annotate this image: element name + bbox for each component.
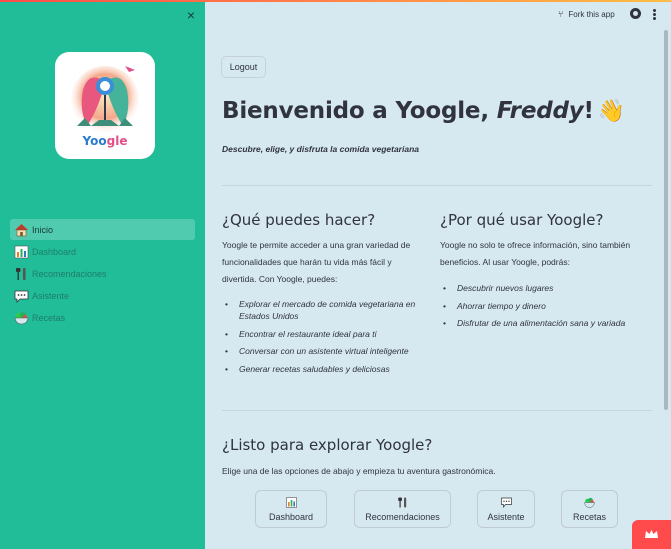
cta-text: Elige una de las opciones de abajo y emp… bbox=[222, 466, 496, 476]
chart-icon bbox=[14, 245, 29, 259]
divider bbox=[222, 185, 652, 186]
sidebar-nav: Inicio Dashboard Recomendaciones Asisten… bbox=[10, 219, 195, 329]
logo-wordmark: Yoogle bbox=[82, 134, 128, 148]
house-icon bbox=[14, 223, 29, 237]
fork-icon: ⑂ bbox=[558, 9, 564, 19]
main-scrollbar[interactable] bbox=[664, 30, 668, 410]
sidebar-item-dashboard[interactable]: Dashboard bbox=[10, 241, 195, 262]
sidebar-item-label: Dashboard bbox=[32, 246, 77, 257]
button-label: Recomendaciones bbox=[365, 512, 440, 522]
dashboard-button[interactable]: Dashboard bbox=[255, 490, 327, 528]
list-item: Generar recetas saludables y deliciosas bbox=[222, 363, 432, 375]
recomendaciones-button[interactable]: Recomendaciones bbox=[354, 490, 451, 528]
sidebar-item-asistente[interactable]: Asistente bbox=[10, 285, 195, 306]
more-menu-icon[interactable] bbox=[653, 9, 656, 20]
section-heading-que-puedes-hacer: ¿Qué puedes hacer? bbox=[222, 211, 376, 229]
streamlit-badge[interactable] bbox=[632, 520, 671, 549]
fork-label: Fork this app bbox=[568, 9, 615, 19]
speech-bubble-icon bbox=[500, 495, 512, 508]
cta-heading: ¿Listo para explorar Yoogle? bbox=[222, 436, 433, 454]
sidebar-item-label: Asistente bbox=[32, 290, 70, 301]
feature-list: Explorar el mercado de comida vegetarian… bbox=[222, 298, 432, 380]
page-subtitle: Descubre, elige, y disfruta la comida ve… bbox=[222, 144, 419, 154]
fork-app-button[interactable]: ⑂ Fork this app bbox=[558, 9, 615, 19]
list-item: Descubrir nuevos lugares bbox=[440, 282, 655, 294]
benefit-list: Descubrir nuevos lugares Ahorrar tiempo … bbox=[440, 282, 655, 335]
list-item: Disfrutar de una alimentación sana y var… bbox=[440, 317, 655, 329]
speech-bubble-icon bbox=[14, 289, 29, 303]
sidebar: × Yoogle Inicio Dashboard Recomendacione… bbox=[0, 0, 205, 549]
list-item: Encontrar el restaurante ideal para ti bbox=[222, 328, 432, 340]
page-title: Bienvenido a Yoogle, Freddy! 👋 bbox=[222, 98, 626, 124]
salad-bowl-icon bbox=[584, 495, 595, 508]
button-label: Dashboard bbox=[268, 512, 314, 522]
list-item: Conversar con un asistente virtual intel… bbox=[222, 345, 432, 357]
sidebar-item-recetas[interactable]: Recetas bbox=[10, 307, 195, 328]
sidebar-item-label: Inicio bbox=[32, 224, 54, 235]
crown-icon bbox=[645, 530, 658, 538]
github-icon[interactable] bbox=[630, 8, 641, 19]
list-item: Explorar el mercado de comida vegetarian… bbox=[222, 298, 432, 322]
user-name: Freddy bbox=[496, 98, 584, 124]
utensils-icon bbox=[397, 495, 408, 508]
asistente-button[interactable]: Asistente bbox=[477, 490, 535, 528]
top-decoration-bar bbox=[0, 0, 671, 2]
waving-hand-icon: 👋 bbox=[597, 99, 626, 124]
sidebar-item-recomendaciones[interactable]: Recomendaciones bbox=[10, 263, 195, 284]
salad-bowl-icon bbox=[14, 311, 29, 325]
section-intro-left: Yoogle te permite acceder a una gran var… bbox=[222, 240, 411, 284]
list-item: Ahorrar tiempo y dinero bbox=[440, 300, 655, 312]
section-heading-por-que-usar: ¿Por qué usar Yoogle? bbox=[440, 211, 604, 229]
sidebar-item-label: Recomendaciones bbox=[32, 268, 107, 279]
recetas-button[interactable]: Recetas bbox=[561, 490, 618, 528]
close-sidebar-button[interactable]: × bbox=[184, 8, 198, 22]
button-label: Asistente bbox=[487, 512, 525, 522]
sidebar-item-label: Recetas bbox=[32, 312, 66, 323]
divider bbox=[222, 410, 652, 411]
logout-button[interactable]: Logout bbox=[221, 56, 266, 78]
sidebar-item-inicio[interactable]: Inicio bbox=[10, 219, 195, 240]
yoogle-logo: Yoogle bbox=[55, 52, 155, 159]
button-label: Recetas bbox=[572, 512, 607, 522]
utensils-icon bbox=[14, 267, 29, 281]
section-intro-right: Yoogle no solo te ofrece información, si… bbox=[440, 240, 631, 267]
chart-icon bbox=[285, 495, 297, 508]
